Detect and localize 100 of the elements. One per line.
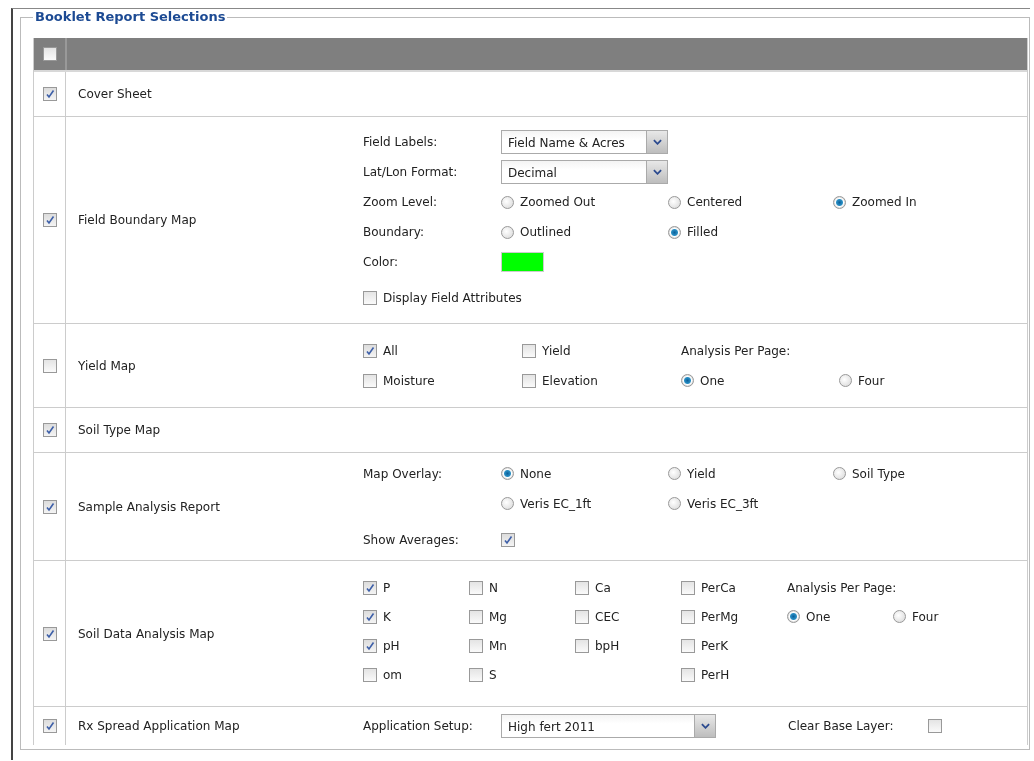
checkbox[interactable] xyxy=(575,638,589,653)
checkbox-label[interactable]: CEC xyxy=(595,609,620,624)
radio-button[interactable] xyxy=(668,467,681,480)
option-label: Application Setup: xyxy=(363,719,473,733)
checkbox-label[interactable]: PerK xyxy=(701,638,728,653)
radio-label[interactable]: Outlined xyxy=(520,225,572,239)
checkbox-label[interactable]: Elevation xyxy=(542,373,598,388)
checkbox[interactable] xyxy=(42,47,57,61)
radio-button[interactable] xyxy=(839,374,852,387)
checkbox[interactable] xyxy=(501,532,515,547)
checkbox[interactable] xyxy=(363,609,377,624)
checkbox[interactable] xyxy=(469,638,483,653)
radio-button[interactable] xyxy=(501,225,514,239)
option-label: Boundary: xyxy=(363,225,424,239)
option-label: Analysis Per Page: xyxy=(787,580,897,595)
checkbox[interactable] xyxy=(42,87,57,101)
checkbox[interactable] xyxy=(681,638,695,653)
checkbox-label[interactable]: PerCa xyxy=(701,580,736,595)
color-swatch[interactable] xyxy=(501,252,544,272)
checkbox[interactable] xyxy=(522,343,536,358)
checkbox[interactable] xyxy=(42,358,57,373)
checkbox-label[interactable]: N xyxy=(489,580,498,595)
checkbox[interactable] xyxy=(681,580,695,595)
report-name: Cover Sheet xyxy=(78,87,153,101)
checkbox[interactable] xyxy=(363,667,377,682)
checkbox-label[interactable]: S xyxy=(489,667,497,682)
checkbox[interactable] xyxy=(42,499,57,514)
dropdown[interactable]: High fert 2011 xyxy=(501,714,716,738)
checkbox[interactable] xyxy=(469,667,483,682)
radio-button[interactable] xyxy=(668,195,681,209)
radio-label[interactable]: One xyxy=(806,609,831,624)
radio-label[interactable]: None xyxy=(520,466,552,481)
checkbox[interactable] xyxy=(42,423,57,437)
checkbox[interactable] xyxy=(363,580,377,595)
radio-label[interactable]: Veris EC_1ft xyxy=(520,496,592,511)
radio-button[interactable] xyxy=(668,225,681,239)
radio-button[interactable] xyxy=(833,195,846,209)
report-name: Rx Spread Application Map xyxy=(78,719,241,733)
radio-label[interactable]: Filled xyxy=(687,225,719,239)
checkbox[interactable] xyxy=(42,213,57,227)
checkbox-label[interactable]: Moisture xyxy=(383,373,435,388)
dropdown[interactable]: Decimal xyxy=(501,160,668,184)
checkbox-label[interactable]: PerMg xyxy=(701,609,739,624)
report-name: Soil Type Map xyxy=(78,423,162,437)
checkbox[interactable] xyxy=(42,719,57,733)
checkbox-label[interactable]: All xyxy=(383,343,398,358)
checkbox[interactable] xyxy=(575,580,589,595)
option-label: Analysis Per Page: xyxy=(681,343,791,358)
checkbox-label[interactable]: Mn xyxy=(489,638,507,653)
report-name: Field Boundary Map xyxy=(78,213,198,227)
checkbox-label[interactable]: P xyxy=(383,580,391,595)
radio-button[interactable] xyxy=(501,467,514,480)
option-label: Field Labels: xyxy=(363,135,438,149)
radio-label[interactable]: Yield xyxy=(687,466,716,481)
checkbox[interactable] xyxy=(928,719,942,733)
checkbox[interactable] xyxy=(42,626,57,641)
report-name: Sample Analysis Report xyxy=(78,499,221,514)
radio-button[interactable] xyxy=(893,610,906,623)
radio-label[interactable]: Soil Type xyxy=(852,466,905,481)
checkbox[interactable] xyxy=(363,638,377,653)
radio-label[interactable]: One xyxy=(700,373,725,388)
radio-button[interactable] xyxy=(681,374,694,387)
option-label: Clear Base Layer: xyxy=(788,719,894,733)
checkbox[interactable] xyxy=(469,580,483,595)
checkbox-label[interactable]: pH xyxy=(383,638,400,653)
radio-button[interactable] xyxy=(833,467,846,480)
checkbox[interactable] xyxy=(522,373,536,388)
checkbox[interactable] xyxy=(681,609,695,624)
checkbox-label[interactable]: PerH xyxy=(701,667,730,682)
checkbox[interactable] xyxy=(363,291,377,305)
checkbox-label[interactable]: Ca xyxy=(595,580,611,595)
radio-label[interactable]: Zoomed In xyxy=(852,195,917,209)
radio-label[interactable]: Centered xyxy=(687,195,743,209)
radio-label[interactable]: Veris EC_3ft xyxy=(687,496,759,511)
report-name: Soil Data Analysis Map xyxy=(78,626,216,641)
radio-button[interactable] xyxy=(501,497,514,510)
checkbox[interactable] xyxy=(363,343,377,358)
radio-button[interactable] xyxy=(787,610,800,623)
checkbox[interactable] xyxy=(363,373,377,388)
checkbox-label[interactable]: Yield xyxy=(542,343,571,358)
option-label: Show Averages: xyxy=(363,532,459,547)
checkbox[interactable] xyxy=(575,609,589,624)
checkbox-label[interactable]: Mg xyxy=(489,609,507,624)
checkbox-label[interactable]: Display Field Attributes xyxy=(383,291,522,305)
option-label: Zoom Level: xyxy=(363,195,438,209)
option-label: Color: xyxy=(363,255,399,269)
report-name: Yield Map xyxy=(78,358,137,373)
radio-label[interactable]: Four xyxy=(912,609,939,624)
checkbox[interactable] xyxy=(681,667,695,682)
radio-button[interactable] xyxy=(501,195,514,209)
checkbox-label[interactable]: om xyxy=(383,667,403,682)
checkbox[interactable] xyxy=(469,609,483,624)
checkbox-label[interactable]: K xyxy=(383,609,391,624)
option-label: Lat/Lon Format: xyxy=(363,165,458,179)
radio-button[interactable] xyxy=(668,497,681,510)
checkbox-label[interactable]: bpH xyxy=(595,638,620,653)
radio-label[interactable]: Four xyxy=(858,373,885,388)
radio-label[interactable]: Zoomed Out xyxy=(520,195,596,209)
section-title: Booklet Report Selections xyxy=(33,9,228,24)
dropdown[interactable]: Field Name & Acres xyxy=(501,130,668,154)
